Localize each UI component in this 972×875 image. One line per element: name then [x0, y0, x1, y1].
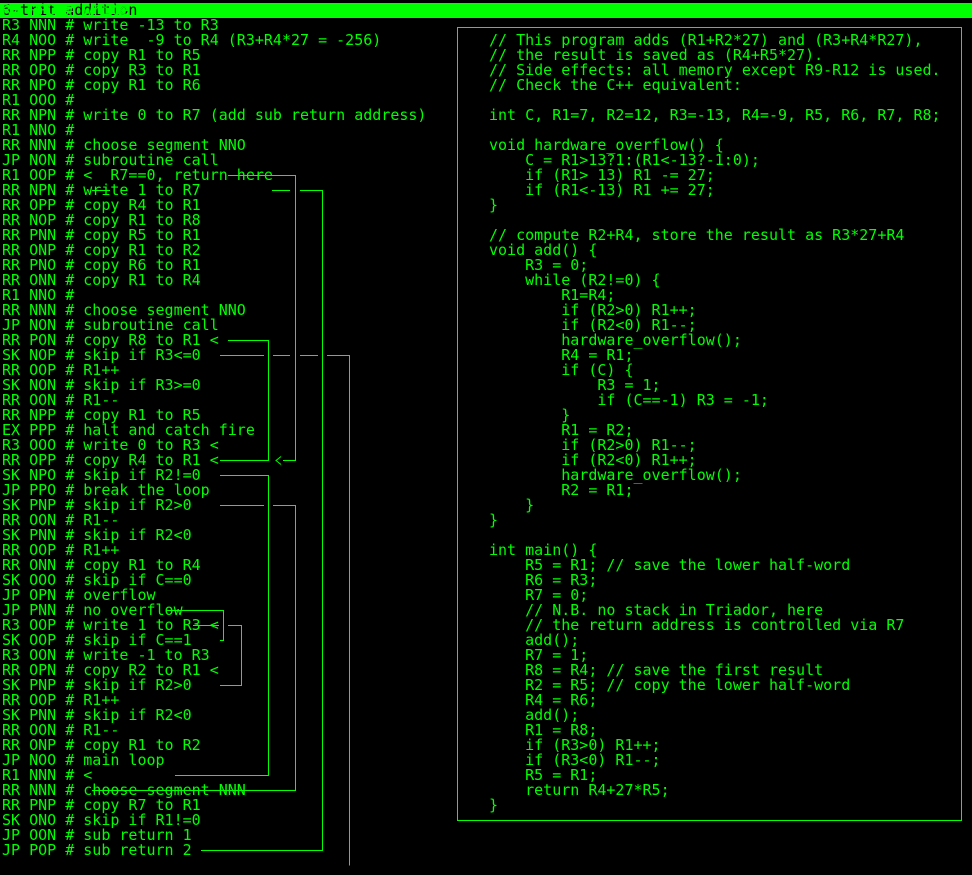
jump-flow-lines: [92, 175, 350, 866]
jump-line-break: [92, 505, 296, 791]
jump-line-call-2: [220, 340, 269, 461]
jump-line-call-1: [228, 175, 296, 461]
jump-line-return-1: [201, 190, 323, 851]
jump-line-main-loop: [175, 475, 269, 776]
jump-line-no-overflow: [193, 625, 242, 686]
arrow-icon: [275, 456, 282, 465]
jump-line-return-2: [220, 355, 350, 866]
